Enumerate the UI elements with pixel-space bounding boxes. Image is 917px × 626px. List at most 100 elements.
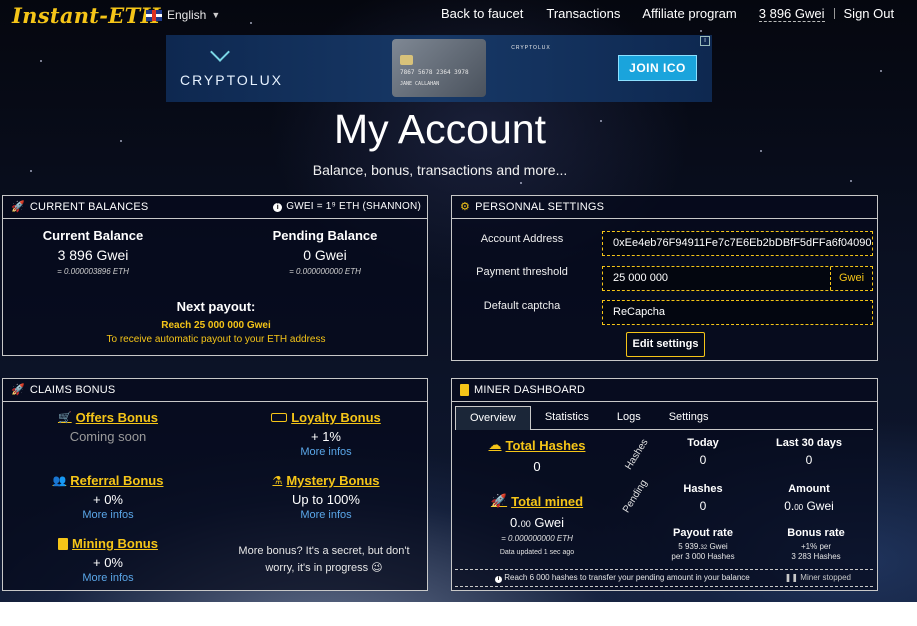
pending-balance-eth: = 0.000000000 ETH [289, 267, 361, 276]
chip-icon [460, 384, 469, 396]
pending-balance-title: Pending Balance [272, 228, 378, 243]
referral-bonus-value: + 0% [93, 492, 123, 507]
rocket-icon: 🚀 [11, 384, 25, 396]
pending-amount-label: Amount [788, 483, 830, 495]
claims-bonus-panel: 🚀 CLAIMS BONUS 🛒 Offers Bonus Coming soon… [2, 378, 428, 591]
tab-settings[interactable]: Settings [655, 406, 723, 429]
edit-settings-button[interactable]: Edit settings [626, 332, 705, 357]
mining-bonus-title[interactable]: Mining Bonus [13, 536, 203, 551]
ad-info-icon[interactable]: i [700, 36, 710, 46]
next-payout-note: To receive automatic payout to your ETH … [106, 334, 326, 345]
pause-icon: ❚❚ [784, 573, 799, 582]
ad-banner[interactable]: CRYPTOLUX CRYPTOLUX 7867 5678 2364 3978 … [166, 35, 712, 102]
rocket-icon: 🚀 [490, 493, 508, 508]
bonus-rate: Bonus rate +1% per 3 283 Hashes [761, 527, 871, 561]
language-selector[interactable]: English ▼ [146, 8, 220, 22]
total-mined-dec: 00 [520, 519, 531, 529]
miner-status: ❚❚ Miner stopped [785, 570, 851, 586]
payout-rate-value: 5 939.32 Gwei [648, 542, 758, 551]
loyalty-more-infos-link[interactable]: More infos [231, 446, 421, 458]
account-address-input[interactable]: 0xEe4eb76F94911Fe7c7E6Eb2bDBfF5dFFa6f040… [602, 231, 873, 256]
mining-bonus-value: + 0% [93, 555, 123, 570]
mining-more-infos-link[interactable]: More infos [13, 572, 203, 584]
payout-rate-label: Payout rate [673, 527, 733, 539]
top-nav: Back to faucet Transactions Affiliate pr… [441, 6, 894, 22]
mystery-bonus-value: Up to 100% [292, 492, 360, 507]
join-ico-button[interactable]: JOIN ICO [618, 55, 697, 81]
card-brand: CRYPTOLUX [511, 45, 551, 51]
claims-bonus-title: CLAIMS BONUS [29, 384, 116, 396]
offers-bonus-label: Offers Bonus [75, 410, 159, 425]
loyalty-bonus-value: + 1% [311, 429, 341, 444]
total-hashes-title: ☁ Total Hashes [472, 437, 602, 453]
pending-hashes-value: 0 [699, 499, 707, 513]
default-captcha-select[interactable]: ReCapcha [602, 300, 873, 325]
mystery-bonus-title[interactable]: ⚗ Mystery Bonus [231, 473, 421, 488]
tab-logs[interactable]: Logs [603, 406, 655, 429]
card-chip-icon [400, 55, 413, 65]
banner-brand: CRYPTOLUX [179, 72, 284, 88]
payout-rate-unit: Gwei [707, 542, 728, 551]
uk-flag-icon [146, 9, 162, 21]
offers-bonus-title[interactable]: 🛒 Offers Bonus [13, 410, 203, 425]
nav-divider [833, 8, 835, 19]
miner-status-text: Miner stopped [800, 573, 851, 582]
current-balances-panel: 🚀 CURRENT BALANCES i GWEI = 1⁹ ETH (SHAN… [2, 195, 428, 356]
gwei-note-text: GWEI = 1⁹ ETH (SHANNON) [286, 201, 421, 212]
loyalty-bonus-title[interactable]: Loyalty Bonus [231, 410, 421, 425]
referral-more-infos-link[interactable]: More infos [13, 509, 203, 521]
bonus-rate-value: +1% per [800, 542, 832, 551]
referral-bonus-title[interactable]: 👥 Referral Bonus [13, 473, 203, 488]
offers-bonus-value: Coming soon [69, 429, 147, 444]
referral-bonus-label: Referral Bonus [70, 473, 164, 488]
total-mined-label: Total mined [511, 493, 584, 509]
nav-sign-out[interactable]: Sign Out [844, 6, 895, 22]
cloud-upload-icon: ☁ [488, 437, 502, 452]
hashes-row-label: Hashes [623, 437, 651, 472]
miner-dashboard-header: MINER DASHBOARD [452, 379, 877, 402]
bonus-rate-sub: 3 283 Hashes [791, 552, 841, 561]
cryptolux-logo-icon [210, 42, 230, 62]
tab-overview[interactable]: Overview [455, 406, 531, 430]
credit-card-image: CRYPTOLUX 7867 5678 2364 3978 JANE CALLA… [392, 39, 550, 97]
tab-statistics[interactable]: Statistics [531, 406, 603, 429]
nav-affiliate[interactable]: Affiliate program [642, 6, 736, 22]
nav-balance[interactable]: 3 896 Gwei [758, 6, 825, 22]
data-updated-note: Data updated 1 sec ago [499, 549, 575, 556]
pending-amount-value: 0.00 Gwei [754, 499, 864, 513]
mystery-more-infos-link[interactable]: More infos [231, 509, 421, 521]
page-background: Instant-ETH English ▼ Back to faucet Tra… [0, 0, 917, 602]
current-balance-title: Current Balance [42, 228, 144, 243]
payment-threshold-unit: Gwei [830, 267, 872, 290]
nav-back-to-faucet[interactable]: Back to faucet [441, 6, 523, 22]
page-title: My Account [334, 106, 546, 152]
current-balance-value: 3 896 Gwei [57, 247, 129, 263]
card-icon [271, 413, 288, 422]
next-payout: Next payout: Reach 25 000 000 Gwei To re… [3, 299, 429, 345]
mystery-bonus-label: Mystery Bonus [286, 473, 380, 488]
total-mined-int: 0. [509, 515, 521, 530]
pending-amount-dec: 00 [794, 503, 804, 512]
loyalty-bonus-label: Loyalty Bonus [291, 410, 381, 425]
payment-threshold-input[interactable]: 25 000 000 Gwei [602, 266, 873, 291]
total-mined-title: 🚀 Total mined [472, 493, 602, 509]
nav-transactions[interactable]: Transactions [546, 6, 620, 22]
total-mined-eth: = 0.000000000 ETH [501, 534, 573, 543]
site-logo[interactable]: Instant-ETH [12, 3, 161, 28]
payment-threshold-value: 25 000 000 [613, 272, 669, 284]
total-mined: 🚀 Total mined 0.00 Gwei = 0.000000000 ETH… [472, 493, 602, 556]
pending-amount-int: 0. [784, 499, 795, 513]
next-payout-title: Next payout: [176, 299, 256, 314]
claims-bonus-header: 🚀 CLAIMS BONUS [3, 379, 427, 402]
total-mined-value: 0.00 Gwei [472, 515, 602, 530]
loyalty-bonus: Loyalty Bonus + 1% More infos [231, 410, 421, 458]
total-mined-unit: Gwei [530, 515, 565, 530]
card-holder: JANE CALLAHAN [400, 81, 440, 87]
payment-threshold-label: Payment threshold [476, 266, 568, 278]
current-balance: Current Balance 3 896 Gwei = 0.000003896… [13, 228, 173, 276]
gears-icon: ⚙ [460, 201, 471, 213]
referral-bonus: 👥 Referral Bonus + 0% More infos [13, 473, 203, 521]
caret-down-icon: ▼ [211, 10, 221, 20]
miner-dashboard-title: MINER DASHBOARD [474, 384, 586, 396]
pending-amount-unit: Gwei [803, 499, 834, 513]
